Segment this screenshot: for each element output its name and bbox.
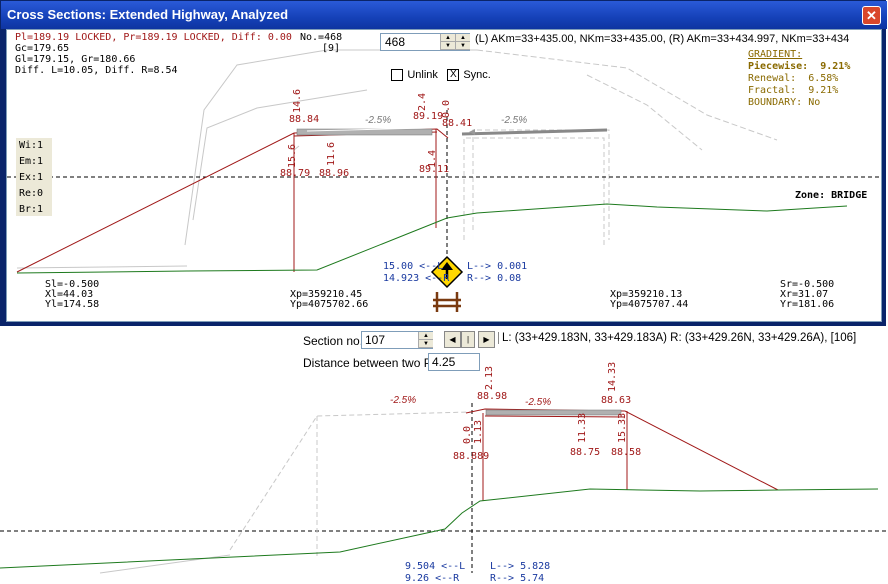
bottom-elev-label: 15.33	[617, 412, 628, 443]
bottom-slope-left: -2.5%	[390, 395, 417, 406]
bottom-elev-label: 88.58	[611, 447, 642, 458]
top-section-input[interactable]: 468	[385, 35, 405, 49]
gradient-renewal: Renewal: 6.58%	[748, 73, 839, 84]
unlink-check-box[interactable]	[391, 69, 404, 82]
close-button[interactable]: ✕	[862, 6, 881, 25]
legend-item: Br:1	[19, 204, 44, 215]
yl-value: Yl=174.58	[45, 299, 100, 310]
offset-left-l: 15.00 <--L	[383, 261, 444, 272]
sync-check-box[interactable]: X	[447, 69, 460, 82]
bottom-offset-right-l: L--> 5.828	[490, 561, 551, 572]
elev-label: 11.6	[326, 141, 337, 166]
bridge-icon	[433, 292, 461, 312]
embankment-left	[16, 128, 449, 273]
slope-left-label: -2.5%	[365, 115, 392, 126]
elev-label: 88.84	[289, 114, 320, 125]
elev-label: 88.79	[280, 168, 311, 179]
ground-line-grey-left	[16, 265, 188, 269]
bottom-section-input[interactable]: 107	[365, 333, 385, 347]
distance-label: Distance between two PL:	[303, 356, 442, 370]
bottom-spin-buttons[interactable]: ▲ ▼	[418, 332, 433, 348]
gradient-boundary: BOUNDARY: No	[748, 97, 821, 108]
yr-value: Yr=181.06	[780, 299, 835, 310]
bottom-elev-label: 1.13	[473, 419, 484, 444]
elev-label: 88.96	[319, 168, 350, 179]
bottom-elev-label: 88.889	[453, 451, 490, 462]
close-icon: ✕	[866, 8, 877, 23]
zone-label: Zone: BRIDGE	[795, 190, 868, 201]
triangle-right-icon: ▶	[483, 335, 490, 344]
section-number-label: No.=468	[300, 32, 343, 43]
bottom-elev-label: 88.98	[477, 391, 508, 402]
gradient-piecewise: Piecewise: 9.21%	[748, 61, 851, 72]
bottom-station-info: L: (33+429.183N, 33+429.183A) R: (33+429…	[498, 332, 856, 344]
divider-icon: |	[466, 335, 470, 344]
yp-left-value: Yp=4075702.66	[290, 299, 369, 310]
section-outline-red	[16, 128, 449, 273]
top-spin-left[interactable]: ▲ ▼	[440, 34, 455, 50]
offset-right-r: R--> 0.08	[467, 273, 522, 284]
next-section-button[interactable]: ▶	[478, 331, 495, 348]
legend-item: Em:1	[19, 156, 44, 167]
bottom-offset-right-r: R--> 5.74	[490, 573, 545, 584]
bottom-elev-label: 0.0	[462, 425, 473, 444]
elev-label: 2.4	[417, 92, 428, 111]
bottom-offset-left-l: 9.504 <--L	[405, 561, 466, 572]
bottom-elev-label: 11.33	[577, 412, 588, 443]
legend-panel: Wi:1 Em:1 Ex:1 Re:0 Br:1	[16, 138, 52, 216]
elev-label: 14.6	[292, 88, 303, 113]
cross-sections-window: Cross Sections: Extended Highway, Analyz…	[0, 0, 887, 326]
title-bar[interactable]: Cross Sections: Extended Highway, Analyz…	[1, 1, 887, 29]
elev-label: 89.11	[419, 164, 450, 175]
bottom-slope-mid: -2.5%	[525, 397, 552, 408]
sync-label: Sync.	[463, 69, 491, 81]
outline-dashed-box	[463, 137, 605, 245]
bottom-section-spinner[interactable]: 107 ▲ ▼	[361, 331, 433, 349]
offset-right-l: L--> 0.001	[467, 261, 528, 272]
outline-dashed-box-2	[472, 129, 610, 240]
slope-right-label: -2.5%	[501, 115, 528, 126]
bottom-elev-label: 14.33	[607, 361, 618, 392]
bottom-elev-label: 88.63	[601, 395, 632, 406]
legend-item: Ex:1	[19, 172, 44, 183]
bottom-elev-label: 88.75	[570, 447, 601, 458]
diff-line: Diff. L=10.05, Diff. R=8.54	[15, 65, 178, 76]
elev-label: 15.6	[287, 143, 298, 168]
gradient-fractal: Fractal: 9.21%	[748, 85, 839, 96]
triangle-left-icon: ◀	[449, 335, 456, 344]
top-spin-right[interactable]: ▲ ▼	[455, 34, 470, 50]
prev-section-button[interactable]: ◀	[444, 331, 461, 348]
legend-item: Re:0	[19, 188, 44, 199]
bottom-elev-label: 2.13	[484, 365, 495, 390]
yp-right-value: Yp=4075707.44	[610, 299, 689, 310]
top-section-view[interactable]: Pl=189.19 LOCKED, Pr=189.19 LOCKED, Diff…	[6, 29, 882, 322]
bottom-offset-left-r: 9.26 <--R	[405, 573, 460, 584]
elev-label: 88.41	[442, 118, 473, 129]
bottom-deck-slab	[485, 409, 622, 416]
gc-line: Gc=179.65	[15, 43, 70, 54]
distance-input[interactable]: 4.25	[428, 353, 480, 371]
elev-label: 89.19	[413, 111, 444, 122]
offset-left-r: 14.923 <--R	[383, 273, 450, 284]
bottom-deck-under	[484, 415, 626, 418]
grey-outline-left	[229, 411, 471, 551]
outline-solid-left-inner	[192, 89, 368, 221]
section-number-sub: [9]	[322, 43, 341, 54]
outline-dashed-right	[476, 49, 778, 141]
window-title: Cross Sections: Extended Highway, Analyz…	[7, 7, 289, 22]
distance-value[interactable]: 4.25	[432, 355, 455, 369]
pl-pr-line: Pl=189.19 LOCKED, Pr=189.19 LOCKED, Diff…	[15, 32, 292, 43]
bottom-ground-line	[0, 488, 879, 569]
bottom-drawing	[0, 403, 888, 574]
elev-label: 0.0	[441, 99, 452, 118]
top-section-spinner[interactable]: 468 ▲ ▼ ▲ ▼	[380, 33, 470, 51]
gradient-title: GRADIENT:	[748, 49, 803, 60]
top-station-info: (L) AKm=33+435.00, NKm=33+435.00, (R) AK…	[475, 33, 850, 45]
stop-button[interactable]: |	[461, 331, 475, 348]
legend-item: Wi:1	[19, 140, 44, 151]
section-no-label: Section no.:	[303, 334, 367, 348]
sync-checkbox[interactable]: X Sync.	[429, 57, 491, 93]
gl-gr-line: Gl=179.15, Gr=180.66	[15, 54, 136, 65]
